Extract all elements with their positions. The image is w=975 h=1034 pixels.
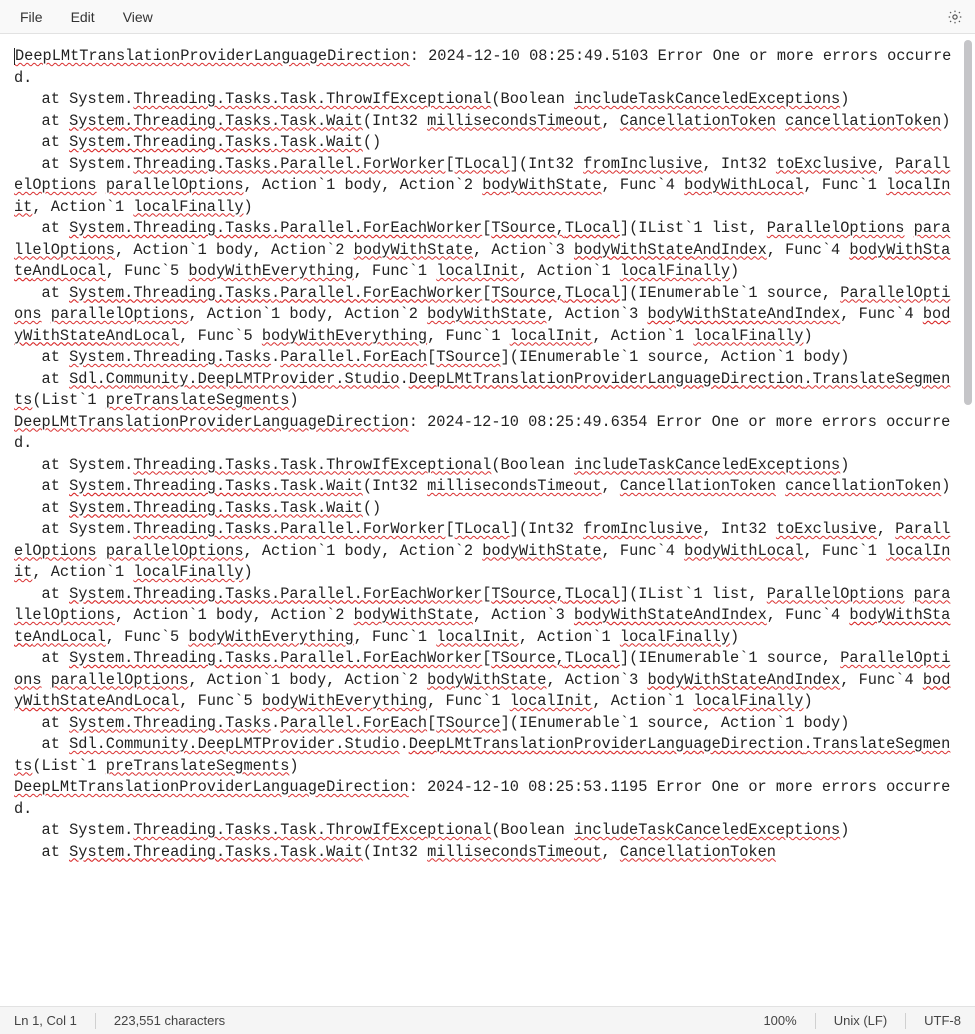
app-window: File Edit View DeepLMtTranslationProvide…	[0, 0, 975, 1034]
menu-view[interactable]: View	[109, 5, 167, 29]
status-sep	[905, 1013, 906, 1029]
menu-file[interactable]: File	[6, 5, 57, 29]
status-cursor[interactable]: Ln 1, Col 1	[10, 1013, 81, 1028]
menubar: File Edit View	[0, 0, 975, 34]
statusbar: Ln 1, Col 1 223,551 characters 100% Unix…	[0, 1006, 975, 1034]
text-editor[interactable]: DeepLMtTranslationProviderLanguageDirect…	[0, 34, 975, 1006]
status-sep	[95, 1013, 96, 1029]
status-zoom[interactable]: 100%	[759, 1013, 800, 1028]
gear-icon	[947, 8, 963, 24]
status-sep	[815, 1013, 816, 1029]
settings-button[interactable]	[941, 8, 969, 25]
status-encoding[interactable]: UTF-8	[920, 1013, 965, 1028]
scrollbar-thumb[interactable]	[964, 40, 972, 405]
scrollbar-track[interactable]	[963, 40, 973, 1000]
menu-edit[interactable]: Edit	[57, 5, 109, 29]
status-chars[interactable]: 223,551 characters	[110, 1013, 229, 1028]
status-line-ending[interactable]: Unix (LF)	[830, 1013, 891, 1028]
editor-area: DeepLMtTranslationProviderLanguageDirect…	[0, 34, 975, 1006]
